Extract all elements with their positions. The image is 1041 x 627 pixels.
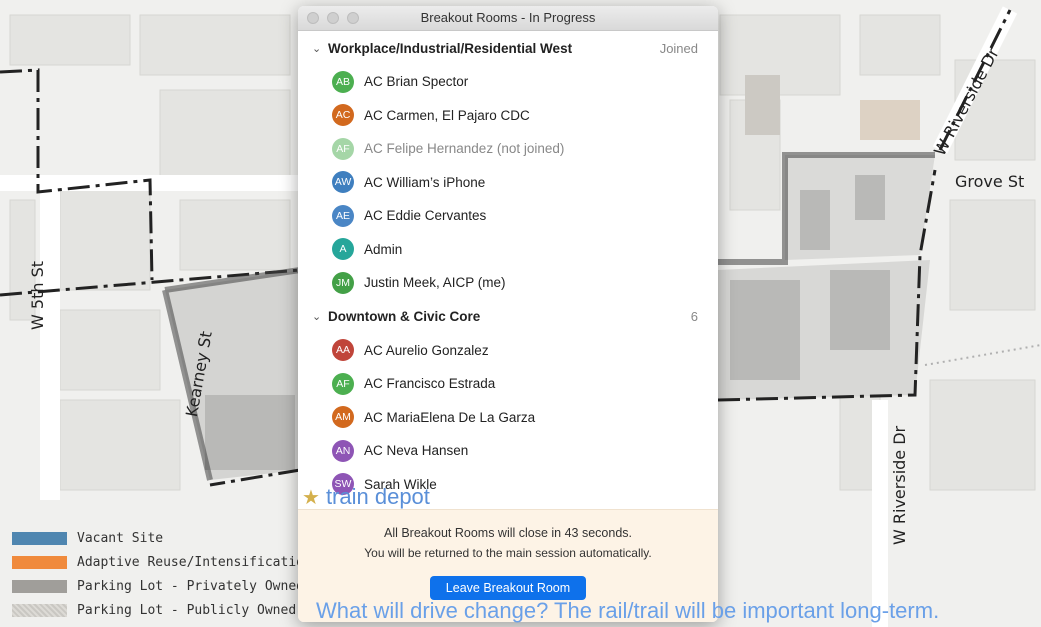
room-name: Workplace/Industrial/Residential West [328,40,573,56]
room-header-downtown-civic[interactable]: ⌄ Downtown & Civic Core 6 [298,300,718,334]
window-titlebar[interactable]: Breakout Rooms - In Progress [298,6,718,31]
participant-name: AC William’s iPhone [364,174,486,190]
participant-row[interactable]: AF AC Felipe Hernandez (not joined) [298,132,718,166]
train-depot-label: ★ train depot [302,484,430,510]
avatar: AW [332,171,354,194]
participant-row[interactable]: AA AC Aurelio Gonzalez [298,334,718,368]
participant-name: AC Brian Spector [364,74,469,90]
participant-row[interactable]: AM AC MariaElena De La Garza [298,401,718,435]
participant-row[interactable]: AC AC Carmen, El Pajaro CDC [298,99,718,133]
avatar: JM [332,271,354,294]
room-participant-count: 6 [690,309,698,324]
leave-breakout-room-button[interactable]: Leave Breakout Room [429,576,587,600]
participant-name: AC Carmen, El Pajaro CDC [364,107,530,123]
avatar: AA [332,339,354,362]
avatar: AC [332,104,354,127]
participant-name: Justin Meek, AICP (me) [364,275,506,291]
participant-row[interactable]: AB AC Brian Spector [298,65,718,99]
slide-caption: What will drive change? The rail/trail w… [316,598,940,623]
participant-name: AC Neva Hansen [364,443,469,459]
legend-label: Adaptive Reuse/Intensification [77,554,312,570]
participant-row[interactable]: A Admin [298,233,718,267]
participant-name: AC Eddie Cervantes [364,208,487,224]
legend-swatch [12,579,67,593]
breakout-rooms-window: Breakout Rooms - In Progress ⌄ Workplace… [298,6,718,622]
avatar: AN [332,439,354,462]
room-status: Joined [659,40,698,56]
chevron-down-icon[interactable]: ⌄ [312,310,328,323]
room-header-workplace-west[interactable]: ⌄ Workplace/Industrial/Residential West … [298,31,718,65]
avatar: AE [332,204,354,227]
participant-row[interactable]: AN AC Neva Hansen [298,434,718,468]
participant-row[interactable]: AF AC Francisco Estrada [298,367,718,401]
legend-item-adaptive-reuse: Adaptive Reuse/Intensification [12,550,312,574]
legend-swatch [12,531,67,545]
participant-name: AC Aurelio Gonzalez [364,342,489,358]
zoom-window-icon[interactable] [347,12,359,24]
avatar: AF [332,137,354,160]
participant-row[interactable]: AE AC Eddie Cervantes [298,199,718,233]
participant-name: AC Felipe Hernandez (not joined) [364,141,565,157]
legend-item-vacant: Vacant Site [12,526,312,550]
countdown-message: All Breakout Rooms will close in 43 seco… [383,526,633,540]
street-label-grove: Grove St [955,172,1025,191]
minimize-window-icon[interactable] [327,12,339,24]
window-title: Breakout Rooms - In Progress [420,10,596,25]
legend-item-parking-public: Parking Lot - Publicly Owned [12,598,312,622]
train-depot-text: train depot [325,484,430,509]
avatar: AF [332,372,354,395]
legend-label: Vacant Site [77,530,164,546]
chevron-down-icon[interactable]: ⌄ [312,42,328,55]
participant-row[interactable]: JM Justin Meek, AICP (me) [298,266,718,300]
legend-item-parking-private: Parking Lot - Privately Owned [12,574,312,598]
avatar: AM [332,406,354,429]
legend-label: Parking Lot - Publicly Owned [77,602,297,618]
map-legend: Vacant Site Adaptive Reuse/Intensificati… [12,526,312,622]
star-icon: ★ [302,486,320,509]
participant-name: Admin [364,241,403,257]
participant-row[interactable]: AW AC William’s iPhone [298,166,718,200]
street-label-riverside-right: W Riverside Dr [890,425,909,545]
avatar: A [332,238,354,261]
street-label-w5th: W 5th St [28,260,47,330]
legend-swatch [12,555,67,569]
avatar: AB [332,70,354,93]
legend-label: Parking Lot - Privately Owned [77,578,304,594]
participant-name: AC Francisco Estrada [364,376,496,392]
return-notice: You will be returned to the main session… [364,546,652,560]
legend-swatch [12,603,67,617]
room-name: Downtown & Civic Core [328,309,481,324]
participant-name: AC MariaElena De La Garza [364,409,536,425]
close-window-icon[interactable] [307,12,319,24]
